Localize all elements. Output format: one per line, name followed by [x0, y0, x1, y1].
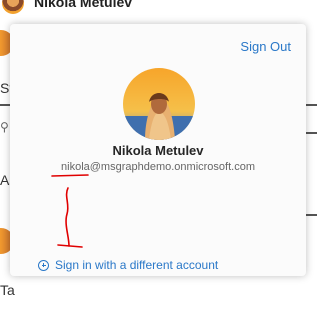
sign-out-link[interactable]: Sign Out — [240, 39, 291, 54]
background-avatar — [2, 0, 24, 14]
plus-circle-icon — [38, 259, 49, 271]
background-text-fragment: Ta — [0, 282, 15, 298]
sign-in-different-account-link[interactable]: Sign in with a different account — [38, 258, 218, 272]
user-name: Nikola Metulev — [112, 143, 204, 158]
search-icon: ⚲ — [0, 120, 9, 134]
account-flyout: Sign Out Nikola Metulev nikola@msgraphde… — [10, 24, 306, 276]
background-user-name: Nikola Metulev — [34, 0, 133, 10]
user-avatar — [123, 68, 195, 140]
sign-in-different-account-label: Sign in with a different account — [55, 258, 219, 272]
user-email: nikola@msgraphdemo.onmicrosoft.com — [61, 161, 255, 173]
